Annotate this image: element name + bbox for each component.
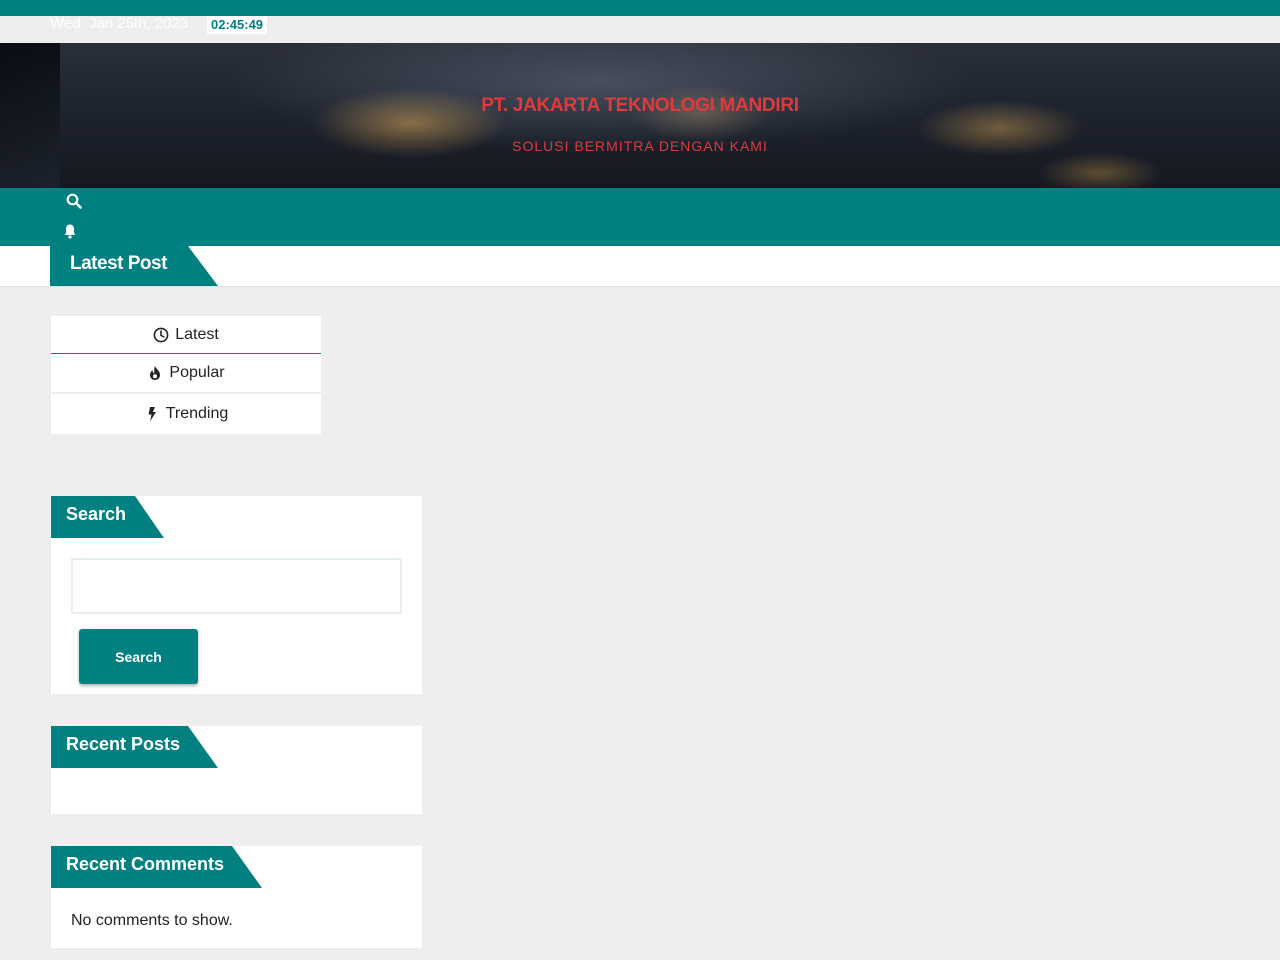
search-icon[interactable] <box>66 193 82 209</box>
fire-icon <box>150 366 161 380</box>
bolt-icon <box>148 407 156 422</box>
current-time: 02:45:49 <box>207 16 268 34</box>
site-tagline: SOLUSI BERMITRA DENGAN KAMI <box>512 138 768 154</box>
search-button[interactable]: Search <box>79 629 198 684</box>
tab-latest-label: Latest <box>175 325 219 343</box>
tab-popular-label: Popular <box>169 364 225 381</box>
main-nav <box>0 188 1280 246</box>
top-strip <box>0 0 1280 16</box>
tab-popular[interactable]: Popular <box>51 354 321 394</box>
no-comments-text: No comments to show. <box>71 912 233 929</box>
clock-icon <box>153 327 169 342</box>
search-widget: Search Search <box>51 496 422 694</box>
header-banner: PT. JAKARTA TEKNOLOGI MANDIRI SOLUSI BER… <box>0 43 1280 188</box>
date-bar: Wed. Jan 25th, 2023 02:45:49 <box>0 16 1280 43</box>
recent-comments-widget: Recent Comments No comments to show. <box>51 846 422 948</box>
search-widget-title: Search <box>51 496 164 538</box>
current-date: Wed. Jan 25th, 2023 <box>50 15 189 32</box>
bell-icon[interactable] <box>63 223 77 239</box>
latest-post-bar: Latest Post <box>0 246 1280 287</box>
site-title[interactable]: PT. JAKARTA TEKNOLOGI MANDIRI <box>0 95 1280 117</box>
post-tabs: Latest Popular Trending <box>51 316 321 434</box>
recent-comments-title: Recent Comments <box>51 846 262 888</box>
tab-trending[interactable]: Trending <box>51 394 321 434</box>
tab-latest[interactable]: Latest <box>51 316 321 354</box>
tab-trending-label: Trending <box>165 405 229 422</box>
recent-posts-title: Recent Posts <box>51 726 218 768</box>
latest-post-label: Latest Post <box>50 246 218 286</box>
search-input[interactable] <box>71 558 402 614</box>
recent-posts-widget: Recent Posts <box>51 726 422 814</box>
